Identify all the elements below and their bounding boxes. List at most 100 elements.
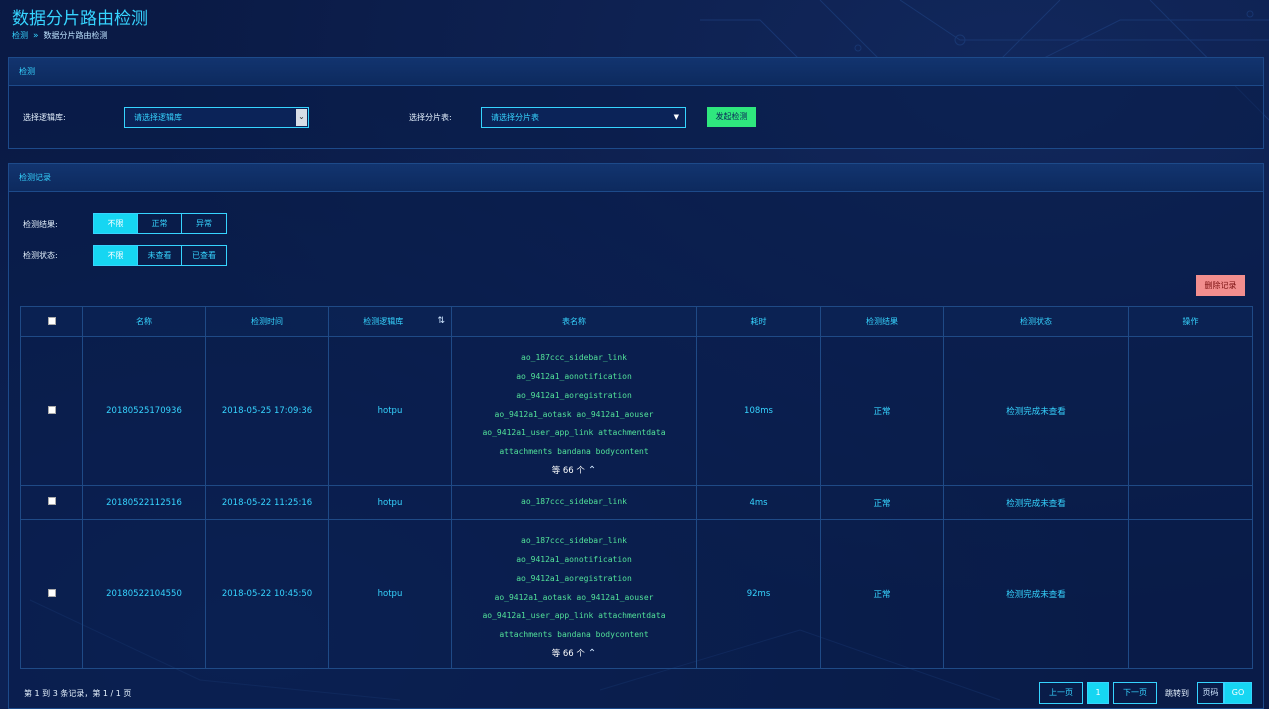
column-header-tables[interactable]: 表名称 xyxy=(451,306,697,337)
record-actions xyxy=(1128,336,1253,486)
detect-panel: 检测 选择逻辑库: 请选择逻辑库 ⌄ 选择分片表: 请选择分片表 ▼ 发起检测 xyxy=(8,57,1264,149)
record-time: 2018-05-22 11:25:16 xyxy=(205,485,329,520)
record-db: hotpu xyxy=(328,519,452,669)
start-detect-button[interactable]: 发起检测 xyxy=(707,107,756,127)
status-filter-label: 检测状态: xyxy=(23,251,58,260)
table-name: ao_9412a1_aonotification xyxy=(516,371,632,381)
breadcrumb-separator-icon: » xyxy=(33,30,39,41)
pagination-summary: 第 1 到 3 条记录，第 1 / 1 页 xyxy=(24,689,132,698)
status-filter-option-unviewed[interactable]: 未查看 xyxy=(138,246,182,265)
table-name: ao_9412a1_aoregistration xyxy=(516,390,632,400)
table-name: ao_9412a1_user_app_link attachmentdata xyxy=(482,428,666,438)
shard-table-label: 选择分片表: xyxy=(409,113,452,122)
record-duration: 92ms xyxy=(696,519,821,669)
more-tables-count: 等 66 个 xyxy=(551,465,585,476)
row-checkbox[interactable] xyxy=(47,588,56,597)
record-time: 2018-05-25 17:09:36 xyxy=(205,336,329,486)
column-header-duration[interactable]: 耗时 xyxy=(696,306,821,337)
record-time: 2018-05-22 10:45:50 xyxy=(205,519,329,669)
records-panel-title: 检测记录 xyxy=(9,164,1263,192)
column-header-db[interactable]: 检测逻辑库 ⇅ xyxy=(328,306,452,337)
table-name: attachments bandana bodycontent xyxy=(499,630,649,640)
record-status: 检测完成未查看 xyxy=(943,485,1129,520)
record-name[interactable]: 20180525170936 xyxy=(82,336,206,486)
record-name[interactable]: 20180522104550 xyxy=(82,519,206,669)
logic-db-label: 选择逻辑库: xyxy=(23,113,66,122)
select-all-checkbox[interactable] xyxy=(47,316,56,325)
table-name: ao_187ccc_sidebar_link xyxy=(521,536,627,546)
page-title: 数据分片路由检测 xyxy=(12,9,148,29)
record-actions xyxy=(1128,485,1253,520)
result-filter-option-all[interactable]: 不限 xyxy=(94,214,138,233)
table-header-row: 名称 检测时间 检测逻辑库 ⇅ 表名称 耗时 检测结果 检测状态 操作 xyxy=(20,306,1253,337)
breadcrumb: 检测 » 数据分片路由检测 xyxy=(12,30,108,41)
row-checkbox[interactable] xyxy=(47,497,56,505)
detect-panel-title: 检测 xyxy=(9,58,1263,86)
row-checkbox-cell xyxy=(20,336,83,486)
records-panel: 检测记录 检测结果: 不限 正常 异常 检测状态: 不限 未查看 已查看 删除记… xyxy=(8,163,1264,709)
table-name: ao_187ccc_sidebar_link xyxy=(521,353,627,363)
next-page-button[interactable]: 下一页 xyxy=(1113,682,1157,704)
chevron-down-icon: ⌄ xyxy=(296,109,307,126)
more-tables-count: 等 66 个 xyxy=(551,648,585,659)
row-checkbox[interactable] xyxy=(47,405,56,414)
status-filter-option-viewed[interactable]: 已查看 xyxy=(182,246,226,265)
record-name[interactable]: 20180522112516 xyxy=(82,485,206,520)
collapse-up-icon[interactable]: ⌃ xyxy=(588,465,596,476)
record-actions xyxy=(1128,519,1253,669)
shard-table-select-value: 请选择分片表 xyxy=(491,113,539,122)
record-result: 正常 xyxy=(820,519,944,669)
table-name: ao_187ccc_sidebar_link xyxy=(521,497,627,507)
table-name: ao_9412a1_user_app_link attachmentdata xyxy=(482,611,666,621)
record-db: hotpu xyxy=(328,336,452,486)
column-header-result[interactable]: 检测结果 xyxy=(820,306,944,337)
result-filter-option-normal[interactable]: 正常 xyxy=(138,214,182,233)
breadcrumb-current: 数据分片路由检测 xyxy=(43,31,108,40)
logic-db-select-value: 请选择逻辑库 xyxy=(134,113,182,122)
sort-icon[interactable]: ⇅ xyxy=(437,316,445,326)
result-filter-label: 检测结果: xyxy=(23,220,58,229)
shard-table-select[interactable]: 请选择分片表 ▼ xyxy=(481,107,686,128)
status-filter-option-all[interactable]: 不限 xyxy=(94,246,138,265)
jump-to-label: 跳转到 xyxy=(1165,689,1189,698)
table-name: ao_9412a1_aonotification xyxy=(516,554,632,564)
status-filter-group: 不限 未查看 已查看 xyxy=(93,245,227,266)
record-tables: ao_187ccc_sidebar_link ao_9412a1_aonotif… xyxy=(451,336,697,486)
record-duration: 108ms xyxy=(696,336,821,486)
records-table: 名称 检测时间 检测逻辑库 ⇅ 表名称 耗时 检测结果 检测状态 操作 20180… xyxy=(20,306,1253,669)
record-status: 检测完成未查看 xyxy=(943,519,1129,669)
table-name: ao_9412a1_aotask ao_9412a1_aouser xyxy=(494,409,654,419)
table-name: ao_9412a1_aotask ao_9412a1_aouser xyxy=(494,592,654,602)
select-all-cell xyxy=(20,306,83,337)
column-header-name[interactable]: 名称 xyxy=(82,306,206,337)
column-header-actions: 操作 xyxy=(1128,306,1253,337)
table-name: ao_9412a1_aoregistration xyxy=(516,573,632,583)
column-header-db-label: 检测逻辑库 xyxy=(363,317,404,326)
row-checkbox-cell xyxy=(20,485,83,520)
record-status: 检测完成未查看 xyxy=(943,336,1129,486)
page-number-input[interactable]: 页码 xyxy=(1197,682,1224,704)
more-tables-toggle[interactable]: 等 66 个 ⌃ xyxy=(452,464,696,476)
record-result: 正常 xyxy=(820,336,944,486)
column-header-status[interactable]: 检测状态 xyxy=(943,306,1129,337)
go-button[interactable]: GO xyxy=(1224,682,1252,704)
table-row: 20180525170936 2018-05-25 17:09:36 hotpu… xyxy=(20,336,1253,486)
delete-records-button[interactable]: 删除记录 xyxy=(1196,275,1245,296)
caret-down-icon: ▼ xyxy=(673,113,679,121)
more-tables-toggle[interactable]: 等 66 个 ⌃ xyxy=(452,647,696,659)
collapse-up-icon[interactable]: ⌃ xyxy=(588,648,596,659)
column-header-time[interactable]: 检测时间 xyxy=(205,306,329,337)
table-name: attachments bandana bodycontent xyxy=(499,447,649,457)
logic-db-select[interactable]: 请选择逻辑库 ⌄ xyxy=(124,107,309,128)
table-row: 20180522104550 2018-05-22 10:45:50 hotpu… xyxy=(20,519,1253,669)
breadcrumb-home-link[interactable]: 检测 xyxy=(12,30,28,41)
result-filter-option-abnormal[interactable]: 异常 xyxy=(182,214,226,233)
prev-page-button[interactable]: 上一页 xyxy=(1039,682,1083,704)
page-1-button[interactable]: 1 xyxy=(1087,682,1109,704)
record-duration: 4ms xyxy=(696,485,821,520)
record-db: hotpu xyxy=(328,485,452,520)
result-filter-group: 不限 正常 异常 xyxy=(93,213,227,234)
table-row: 20180522112516 2018-05-22 11:25:16 hotpu… xyxy=(20,485,1253,520)
record-tables: ao_187ccc_sidebar_link ao_9412a1_aonotif… xyxy=(451,519,697,669)
record-result: 正常 xyxy=(820,485,944,520)
